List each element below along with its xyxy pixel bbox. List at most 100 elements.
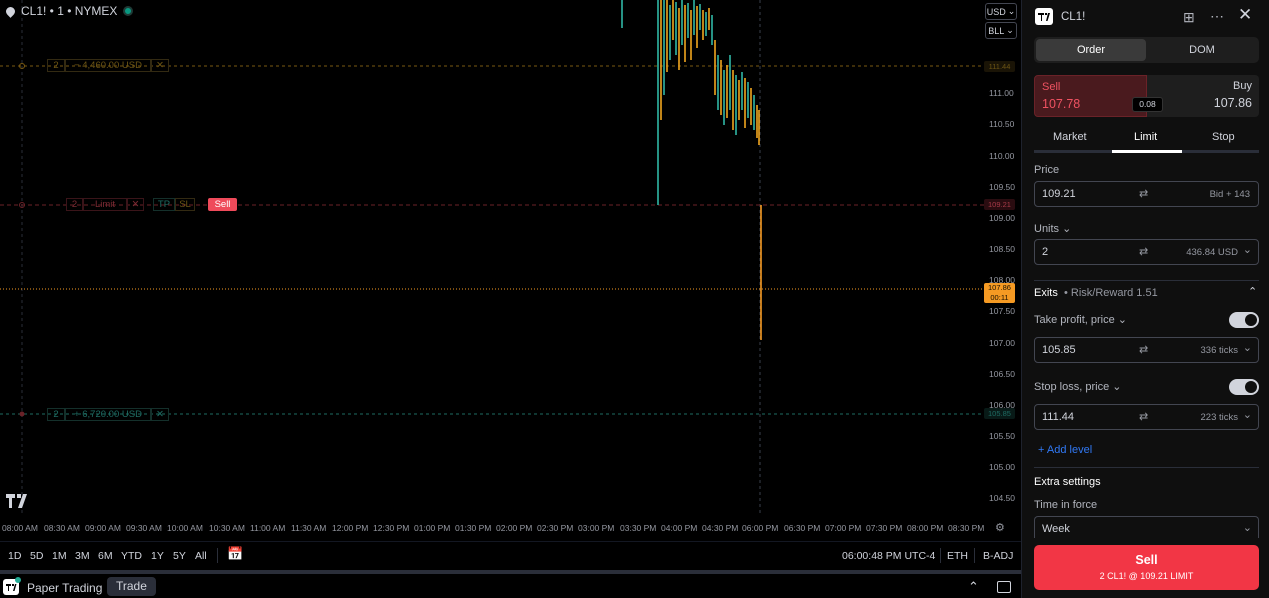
x-tick: 08:30 PM [948, 523, 985, 533]
connected-status-icon [15, 577, 21, 583]
submit-sell-button[interactable]: Sell 2 CL1! @ 109.21 LIMIT [1034, 545, 1259, 590]
stop-loss-label[interactable]: Stop loss, price ⌄ [1034, 380, 1121, 393]
adjustment-button[interactable]: B-ADJ [983, 550, 1013, 562]
x-tick: 02:30 PM [537, 523, 574, 533]
time-in-force-select[interactable]: Week ⌄ [1034, 516, 1259, 538]
order-type-indicator [1112, 150, 1182, 153]
close-icon[interactable]: ✕ [1238, 5, 1252, 25]
buy-button[interactable]: Buy 107.86 [1147, 75, 1259, 117]
x-tick: 11:30 AM [291, 523, 327, 533]
limit-order-label[interactable]: 2 Limit ✕ [66, 198, 144, 211]
y-tick: 108.50 [989, 244, 1015, 254]
panel-resize-handle[interactable] [0, 570, 1021, 574]
units-label[interactable]: Units ⌄ [1034, 222, 1071, 235]
close-icon[interactable]: ✕ [127, 198, 144, 211]
tab-dom[interactable]: DOM [1147, 39, 1257, 61]
chevron-up-icon[interactable]: ⌃ [968, 579, 979, 595]
oil-drop-icon [4, 4, 17, 18]
swap-icon[interactable]: ⇄ [1139, 343, 1148, 356]
take-profit-toggle[interactable] [1229, 312, 1259, 328]
range-ytd[interactable]: YTD [121, 550, 142, 562]
exits-heading: Exits [1034, 287, 1058, 299]
add-widget-icon[interactable]: ⊞ [1183, 9, 1195, 26]
take-profit-value: 105.85 [1042, 344, 1076, 356]
collapse-chevron-icon[interactable]: ⌃ [1248, 285, 1257, 298]
add-level-link[interactable]: + Add level [1038, 444, 1092, 456]
swap-icon[interactable]: ⇄ [1139, 410, 1148, 423]
chevron-down-icon[interactable]: ⌄ [1243, 408, 1252, 421]
bracket-buttons[interactable]: TP SL [153, 198, 195, 211]
sell-side-badge[interactable]: Sell [208, 198, 237, 211]
sell-badge[interactable]: Sell [208, 198, 237, 211]
section-divider [1034, 280, 1259, 281]
order-type: Limit [83, 198, 127, 211]
order-pnl: + 6,720.00 USD [65, 408, 151, 421]
close-icon[interactable]: ✕ [151, 408, 169, 421]
x-tick: 08:30 AM [44, 523, 80, 533]
units-input[interactable]: 2 ⇄ 436.84 USD ⌄ [1034, 239, 1259, 265]
range-1m[interactable]: 1M [52, 550, 67, 562]
range-all[interactable]: All [195, 550, 207, 562]
tab-trade[interactable]: Trade [107, 577, 156, 596]
chevron-down-icon[interactable]: ⌄ [1243, 243, 1252, 256]
price-input[interactable]: 109.21 ⇄ Bid + 143 [1034, 181, 1259, 207]
toolbar-divider [940, 548, 941, 563]
swap-icon[interactable]: ⇄ [1139, 187, 1148, 200]
clock-timezone[interactable]: 06:00:48 PM UTC-4 [842, 550, 935, 562]
goto-date-calendar-icon[interactable]: 📅 [227, 546, 243, 562]
maximize-panel-icon[interactable] [997, 581, 1011, 593]
take-profit-input[interactable]: 105.85 ⇄ 336 ticks ⌄ [1034, 337, 1259, 363]
currency-button[interactable]: USD ⌄ [985, 3, 1017, 20]
risk-reward: • Risk/Reward 1.51 [1064, 287, 1158, 299]
stop-loss-button[interactable]: SL [175, 198, 195, 211]
range-5y[interactable]: 5Y [173, 550, 186, 562]
chevron-down-icon: ⌄ [1007, 6, 1016, 16]
tab-order[interactable]: Order [1036, 39, 1146, 61]
buy-label: Buy [1233, 80, 1252, 92]
chevron-down-icon: ⌄ [1112, 381, 1122, 393]
more-options-icon[interactable]: ⋯ [1210, 8, 1224, 25]
stop-loss-value: 111.44 [1042, 411, 1075, 423]
stop-loss-order-label[interactable]: 2 − 4,460.00 USD ✕ [47, 59, 169, 72]
paper-trading-broker-icon[interactable] [3, 577, 21, 595]
take-profit-order-label[interactable]: 2 + 6,720.00 USD ✕ [47, 408, 169, 421]
settings-gear-icon[interactable]: ⚙ [995, 521, 1007, 534]
range-3m[interactable]: 3M [75, 550, 90, 562]
range-1d[interactable]: 1D [8, 550, 21, 562]
x-tick: 12:00 PM [332, 523, 369, 533]
stop-loss-toggle[interactable] [1229, 379, 1259, 395]
chevron-down-icon: ⌄ [1062, 223, 1072, 235]
price-value: 109.21 [1042, 188, 1076, 200]
submit-detail: 2 CL1! @ 109.21 LIMIT [1099, 571, 1194, 581]
section-divider [1034, 467, 1259, 468]
chart-area[interactable]: CL1! • 1 • NYMEX USD ⌄ BLL ⌄ 111.00 110.50… [0, 0, 1021, 541]
toolbar-divider [974, 548, 975, 563]
close-icon[interactable]: ✕ [151, 59, 169, 72]
take-profit-label[interactable]: Take profit, price ⌄ [1034, 313, 1127, 326]
order-type-limit[interactable]: Limit [1134, 131, 1157, 143]
stop-loss-input[interactable]: 111.44 ⇄ 223 ticks ⌄ [1034, 404, 1259, 430]
price-chart-canvas[interactable] [0, 0, 1021, 541]
x-tick: 07:00 PM [825, 523, 862, 533]
x-tick: 10:00 AM [167, 523, 203, 533]
order-panel: CL1! ⊞ ⋯ ✕ Order DOM Sell 107.78 Buy 107… [1021, 0, 1269, 598]
order-type-market[interactable]: Market [1053, 131, 1087, 143]
x-tick: 10:30 AM [209, 523, 245, 533]
swap-icon[interactable]: ⇄ [1139, 245, 1148, 258]
range-5d[interactable]: 5D [30, 550, 43, 562]
broker-name[interactable]: Paper Trading [27, 581, 102, 595]
order-type-stop[interactable]: Stop [1212, 131, 1235, 143]
sell-button[interactable]: Sell 107.78 [1034, 75, 1147, 117]
stop-price-box: 111.44 [984, 61, 1015, 72]
x-tick: 04:30 PM [702, 523, 739, 533]
take-profit-button[interactable]: TP [153, 198, 175, 211]
symbol-header[interactable]: CL1! • 1 • NYMEX [4, 3, 134, 19]
chevron-down-icon[interactable]: ⌄ [1243, 341, 1252, 354]
unit-button[interactable]: BLL ⌄ [985, 22, 1017, 39]
session-button[interactable]: ETH [947, 550, 968, 562]
plus-icon: + [1038, 444, 1045, 456]
x-tick: 03:30 PM [620, 523, 657, 533]
range-1y[interactable]: 1Y [151, 550, 164, 562]
units-value: 2 [1042, 246, 1049, 258]
range-6m[interactable]: 6M [98, 550, 113, 562]
